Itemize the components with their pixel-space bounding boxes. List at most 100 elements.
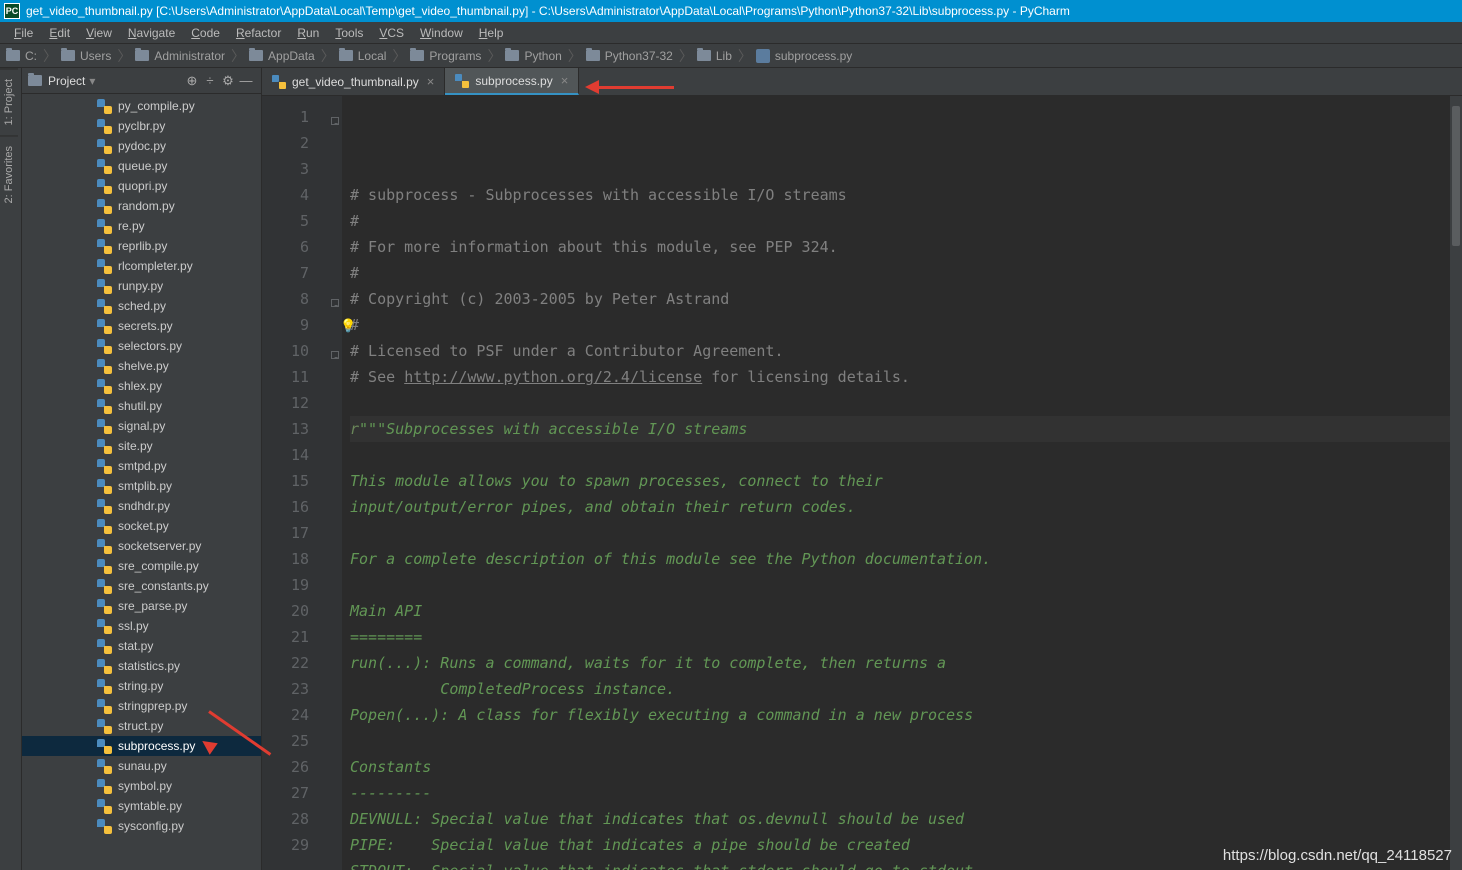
file-tree-item[interactable]: shlex.py: [22, 376, 261, 396]
collapse-icon[interactable]: ÷: [201, 73, 219, 88]
breadcrumb-segment[interactable]: Local: [339, 49, 387, 63]
file-tree-item[interactable]: site.py: [22, 436, 261, 456]
breadcrumb-segment[interactable]: Administrator: [135, 49, 225, 63]
menu-help[interactable]: Help: [471, 24, 512, 42]
breadcrumb-segment[interactable]: Programs: [410, 49, 481, 63]
file-tree-item[interactable]: smtpd.py: [22, 456, 261, 476]
file-tree-item[interactable]: sched.py: [22, 296, 261, 316]
code-line[interactable]: # Licensed to PSF under a Contributor Ag…: [350, 338, 1454, 364]
scrollbar-thumb[interactable]: [1452, 106, 1460, 246]
file-tree-item[interactable]: sndhdr.py: [22, 496, 261, 516]
python-file-icon: [97, 639, 112, 654]
menu-file[interactable]: File: [6, 24, 41, 42]
file-tree-item[interactable]: smtplib.py: [22, 476, 261, 496]
code-line[interactable]: r"""Subprocesses with accessible I/O str…: [350, 416, 1454, 442]
file-tree-item[interactable]: random.py: [22, 196, 261, 216]
code-line[interactable]: Constants: [350, 754, 1454, 780]
code-line[interactable]: #: [350, 208, 1454, 234]
code-line[interactable]: DEVNULL: Special value that indicates th…: [350, 806, 1454, 832]
code-line[interactable]: ========: [350, 624, 1454, 650]
locate-icon[interactable]: ⊕: [183, 73, 201, 89]
menu-edit[interactable]: Edit: [41, 24, 78, 42]
file-tree-item[interactable]: sre_parse.py: [22, 596, 261, 616]
menu-navigate[interactable]: Navigate: [120, 24, 183, 42]
close-icon[interactable]: ×: [427, 74, 435, 89]
file-tree-item[interactable]: reprlib.py: [22, 236, 261, 256]
file-tree-item[interactable]: symtable.py: [22, 796, 261, 816]
menu-window[interactable]: Window: [412, 24, 471, 42]
breadcrumb-segment[interactable]: Python37-32: [586, 49, 673, 63]
code-line[interactable]: # See http://www.python.org/2.4/license …: [350, 364, 1454, 390]
code-line[interactable]: run(...): Runs a command, waits for it t…: [350, 650, 1454, 676]
menu-vcs[interactable]: VCS: [371, 24, 412, 42]
annotation-arrow: [195, 700, 285, 760]
code-editor[interactable]: 1234567891011121314151617181920212223242…: [262, 96, 1462, 870]
menu-code[interactable]: Code: [183, 24, 228, 42]
editor-tab[interactable]: subprocess.py×: [445, 68, 579, 95]
code-line[interactable]: ---------: [350, 780, 1454, 806]
toolwindow-tab[interactable]: 1: Project: [0, 68, 18, 135]
file-tree-item[interactable]: sre_compile.py: [22, 556, 261, 576]
file-tree-item[interactable]: rlcompleter.py: [22, 256, 261, 276]
menu-view[interactable]: View: [78, 24, 120, 42]
code-line[interactable]: # subprocess - Subprocesses with accessi…: [350, 182, 1454, 208]
breadcrumb-segment[interactable]: subprocess.py: [756, 49, 852, 63]
file-tree-item[interactable]: re.py: [22, 216, 261, 236]
file-tree-item[interactable]: shelve.py: [22, 356, 261, 376]
editor-scrollbar[interactable]: [1450, 96, 1462, 870]
file-tree-item[interactable]: socket.py: [22, 516, 261, 536]
file-tree-item[interactable]: pyclbr.py: [22, 116, 261, 136]
menu-run[interactable]: Run: [289, 24, 327, 42]
code-line[interactable]: Popen(...): A class for flexibly executi…: [350, 702, 1454, 728]
breadcrumb-segment[interactable]: AppData: [249, 49, 315, 63]
code-line[interactable]: For a complete description of this modul…: [350, 546, 1454, 572]
file-tree-item[interactable]: secrets.py: [22, 316, 261, 336]
file-tree-item[interactable]: ssl.py: [22, 616, 261, 636]
code-line[interactable]: [350, 442, 1454, 468]
code-line[interactable]: # For more information about this module…: [350, 234, 1454, 260]
code-body[interactable]: 💡 # subprocess - Subprocesses with acces…: [342, 96, 1462, 870]
code-line[interactable]: This module allows you to spawn processe…: [350, 468, 1454, 494]
code-line[interactable]: #: [350, 260, 1454, 286]
code-line[interactable]: #: [350, 312, 1454, 338]
fold-gutter[interactable]: [327, 96, 342, 870]
toolwindow-tab[interactable]: 2: Favorites: [0, 135, 18, 213]
breadcrumb-segment[interactable]: Lib: [697, 49, 732, 63]
code-line[interactable]: [350, 520, 1454, 546]
breadcrumb-segment[interactable]: Python: [505, 49, 561, 63]
breadcrumb-segment[interactable]: Users: [61, 49, 111, 63]
file-tree-item[interactable]: pydoc.py: [22, 136, 261, 156]
file-tree-item[interactable]: runpy.py: [22, 276, 261, 296]
menu-tools[interactable]: Tools: [327, 24, 371, 42]
code-line[interactable]: [350, 728, 1454, 754]
file-tree-item[interactable]: string.py: [22, 676, 261, 696]
file-tree-item[interactable]: shutil.py: [22, 396, 261, 416]
gear-icon[interactable]: ⚙: [219, 73, 237, 89]
code-line[interactable]: [350, 390, 1454, 416]
file-tree-item[interactable]: py_compile.py: [22, 96, 261, 116]
code-line[interactable]: input/output/error pipes, and obtain the…: [350, 494, 1454, 520]
file-tree-item[interactable]: symbol.py: [22, 776, 261, 796]
intention-bulb-icon[interactable]: 💡: [340, 314, 356, 340]
file-tree-item[interactable]: sre_constants.py: [22, 576, 261, 596]
editor-tab[interactable]: get_video_thumbnail.py×: [262, 68, 445, 95]
file-tree-item[interactable]: signal.py: [22, 416, 261, 436]
file-tree-item[interactable]: sysconfig.py: [22, 816, 261, 836]
file-tree-item[interactable]: quopri.py: [22, 176, 261, 196]
python-file-icon: [756, 49, 770, 63]
code-line[interactable]: Main API: [350, 598, 1454, 624]
menu-refactor[interactable]: Refactor: [228, 24, 289, 42]
code-line[interactable]: [350, 572, 1454, 598]
code-line[interactable]: CompletedProcess instance.: [350, 676, 1454, 702]
file-tree-item[interactable]: socketserver.py: [22, 536, 261, 556]
file-tree-item[interactable]: statistics.py: [22, 656, 261, 676]
sidebar-title[interactable]: Project▾: [48, 74, 183, 88]
file-tree-item[interactable]: selectors.py: [22, 336, 261, 356]
file-tree-item[interactable]: queue.py: [22, 156, 261, 176]
hide-icon[interactable]: —: [237, 73, 255, 88]
code-line[interactable]: # Copyright (c) 2003-2005 by Peter Astra…: [350, 286, 1454, 312]
breadcrumb-segment[interactable]: C:: [6, 49, 37, 63]
file-tree-item[interactable]: stat.py: [22, 636, 261, 656]
python-file-icon: [97, 559, 112, 574]
close-icon[interactable]: ×: [561, 73, 569, 88]
